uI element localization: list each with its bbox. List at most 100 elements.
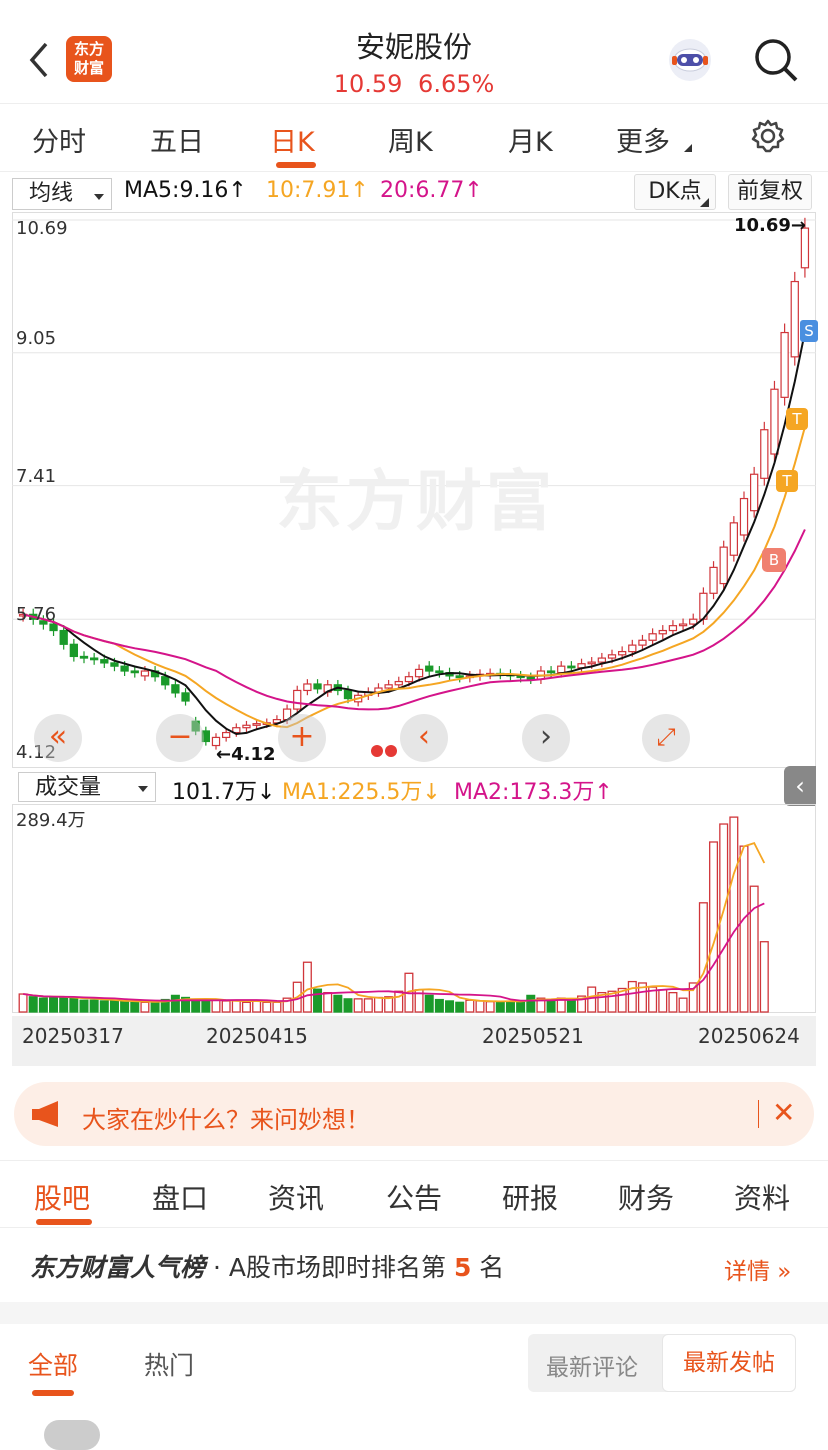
candle-body bbox=[557, 665, 566, 674]
volume-bar bbox=[475, 1000, 485, 1013]
banner-divider bbox=[758, 1100, 759, 1128]
period-tabs: 分时 五日 日K 周K 月K 更多 bbox=[0, 104, 828, 172]
candle-body bbox=[130, 670, 139, 674]
robot-assistant-icon[interactable] bbox=[666, 36, 714, 84]
more-caret-icon bbox=[684, 144, 692, 152]
ma5-value: MA5:9.16↑ bbox=[124, 178, 247, 203]
close-banner-icon[interactable]: ✕ bbox=[772, 1096, 795, 1129]
volume-bar bbox=[424, 994, 434, 1013]
tab-hot[interactable]: 热门 bbox=[144, 1346, 194, 1382]
candle-body bbox=[79, 655, 89, 659]
tab-all[interactable]: 全部 bbox=[28, 1346, 78, 1382]
adjust-price-button[interactable]: 前复权 bbox=[728, 174, 812, 210]
tab-minute[interactable]: 分时 bbox=[32, 120, 86, 159]
volume-bar bbox=[343, 998, 353, 1013]
tab-news[interactable]: 资讯 bbox=[268, 1177, 324, 1217]
candle-body bbox=[689, 618, 698, 625]
scroll-left-button[interactable]: ‹ bbox=[400, 714, 448, 762]
t-signal-badge[interactable]: T bbox=[786, 408, 808, 430]
candle-body bbox=[404, 676, 414, 683]
indicator-dots-icon bbox=[371, 745, 397, 757]
volume-bar bbox=[120, 1000, 130, 1013]
volume-bar bbox=[313, 988, 323, 1013]
tab-five-day[interactable]: 五日 bbox=[150, 120, 204, 159]
sell-signal-badge[interactable]: S bbox=[800, 320, 818, 342]
candle-body bbox=[760, 429, 769, 479]
candle-body bbox=[587, 661, 596, 665]
candle-body bbox=[567, 665, 576, 669]
scroll-right-button[interactable]: › bbox=[522, 714, 570, 762]
candle-body bbox=[770, 388, 779, 455]
price-axis-3: 7.41 bbox=[16, 466, 57, 487]
candle-body bbox=[628, 644, 637, 653]
zoom-out-button[interactable]: − bbox=[156, 714, 204, 762]
volume-bar bbox=[79, 999, 89, 1013]
candle-body bbox=[648, 633, 657, 641]
t-signal-badge-2[interactable]: T bbox=[776, 470, 798, 492]
volume-bar bbox=[99, 1000, 109, 1013]
tab-guba[interactable]: 股吧 bbox=[34, 1177, 90, 1217]
settings-gear-icon[interactable] bbox=[750, 118, 786, 154]
volume-bar bbox=[495, 1000, 505, 1013]
date-label: 20250521 bbox=[482, 1024, 584, 1048]
volume-bar bbox=[759, 941, 769, 1013]
buy-signal-badge[interactable]: B bbox=[762, 548, 786, 572]
candle-body bbox=[709, 566, 718, 594]
volume-bar bbox=[627, 980, 637, 1013]
popularity-rank[interactable]: 东方财富人气榜 · A股市场即时排名第 5 名 bbox=[30, 1248, 504, 1284]
volume-select[interactable]: 成交量 bbox=[18, 772, 156, 802]
candle-body bbox=[120, 665, 129, 672]
sort-latest-post[interactable]: 最新发帖 bbox=[662, 1334, 796, 1392]
tab-pankou[interactable]: 盘口 bbox=[152, 1177, 208, 1217]
sort-latest-comment[interactable]: 最新评论 bbox=[546, 1348, 638, 1382]
indicator-select[interactable]: 均线 bbox=[12, 178, 112, 210]
tab-profile[interactable]: 资料 bbox=[734, 1177, 790, 1217]
candle-body bbox=[455, 675, 464, 679]
rank-text: A股市场即时排名第 bbox=[228, 1253, 446, 1282]
tab-more[interactable]: 更多 bbox=[616, 120, 670, 159]
candle-body bbox=[100, 659, 109, 664]
fullscreen-icon[interactable]: ⤢ bbox=[642, 714, 690, 762]
candle-body bbox=[668, 625, 678, 632]
tab-finance[interactable]: 财务 bbox=[618, 1177, 674, 1217]
tab-weekly-k[interactable]: 周K bbox=[388, 120, 433, 159]
tab-research[interactable]: 研报 bbox=[502, 1177, 558, 1217]
volume-bar bbox=[373, 996, 383, 1013]
avatar bbox=[44, 1420, 100, 1450]
tab-daily-k[interactable]: 日K bbox=[270, 120, 315, 159]
candle-body bbox=[313, 683, 322, 690]
volume-ma1: MA1:225.5万↓ bbox=[282, 780, 441, 805]
scroll-left-fast-button[interactable]: « bbox=[34, 714, 82, 762]
collapse-panel-button[interactable]: ‹ bbox=[784, 766, 816, 806]
volume-chart bbox=[12, 804, 816, 1013]
candle-body bbox=[222, 731, 231, 739]
rank-number: 5 bbox=[453, 1253, 472, 1282]
candle-body bbox=[780, 331, 789, 398]
volume-bar bbox=[211, 999, 221, 1013]
tab-announcements[interactable]: 公告 bbox=[386, 1177, 442, 1217]
volume-bar bbox=[505, 1000, 515, 1013]
rank-brand: 东方财富人气榜 bbox=[30, 1253, 206, 1282]
all-tab-underline bbox=[32, 1390, 74, 1396]
candle-body bbox=[171, 684, 180, 694]
date-label: 20250624 bbox=[698, 1024, 800, 1048]
volume-bar bbox=[739, 845, 749, 1013]
volume-bar bbox=[526, 994, 536, 1013]
banner-text[interactable]: 大家在炒什么？来问妙想！ bbox=[82, 1100, 370, 1135]
candle-body bbox=[181, 692, 190, 702]
search-icon[interactable] bbox=[752, 36, 800, 84]
candle-body bbox=[59, 629, 68, 645]
candle-body bbox=[526, 676, 535, 680]
volume-bar bbox=[668, 991, 678, 1013]
tab-monthly-k[interactable]: 月K bbox=[508, 120, 553, 159]
candle-body bbox=[739, 497, 749, 536]
volume-bar bbox=[221, 1000, 231, 1013]
rank-detail-link[interactable]: 详情 » bbox=[724, 1252, 791, 1286]
volume-bar bbox=[262, 1001, 272, 1013]
zoom-in-button[interactable]: + bbox=[278, 714, 326, 762]
candle-body bbox=[729, 522, 738, 556]
candle-body bbox=[303, 683, 312, 692]
volume-bar bbox=[363, 998, 373, 1013]
volume-bar bbox=[18, 993, 28, 1013]
volume-bar bbox=[252, 1000, 262, 1013]
